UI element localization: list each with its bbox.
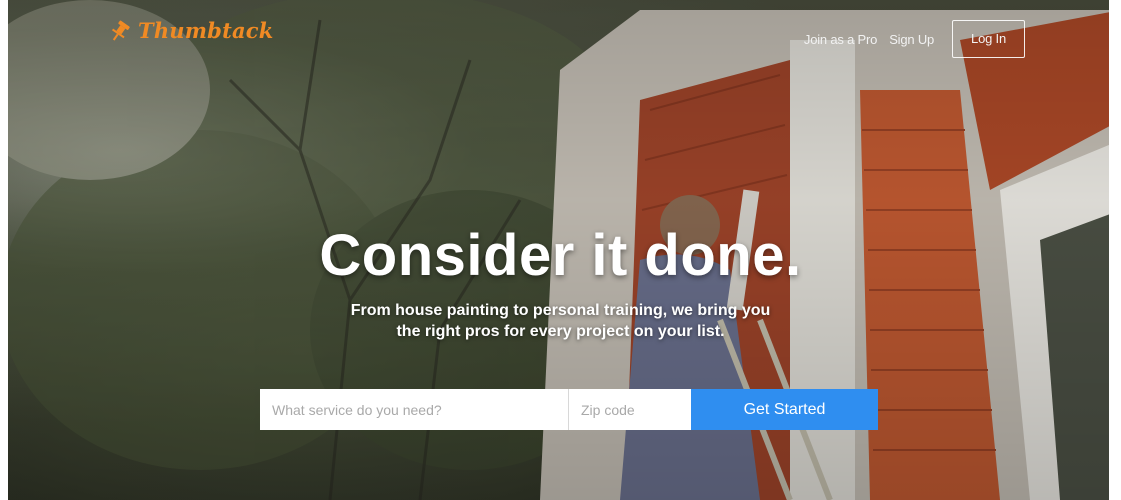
log-in-button[interactable]: Log In (952, 20, 1025, 58)
subline-line-1: From house painting to personal training… (350, 302, 771, 319)
header-nav: Join as a Pro Sign Up Log In (804, 20, 1025, 58)
join-as-pro-link[interactable]: Join as a Pro (804, 32, 877, 47)
subline-line-2: the right pros for every project on your… (396, 323, 725, 340)
thumbtack-logo[interactable]: Thumbtack (108, 18, 274, 43)
hero-subheadline: From house painting to personal training… (0, 300, 1121, 342)
get-started-button[interactable]: Get Started (691, 389, 878, 430)
pushpin-icon (111, 20, 130, 41)
brand-name: Thumbtack (138, 18, 274, 43)
hero-headline: Consider it done. (319, 223, 802, 288)
zip-code-input[interactable] (569, 389, 691, 430)
search-form: Get Started (260, 389, 878, 430)
sign-up-link[interactable]: Sign Up (889, 32, 934, 47)
service-input[interactable] (260, 389, 569, 430)
